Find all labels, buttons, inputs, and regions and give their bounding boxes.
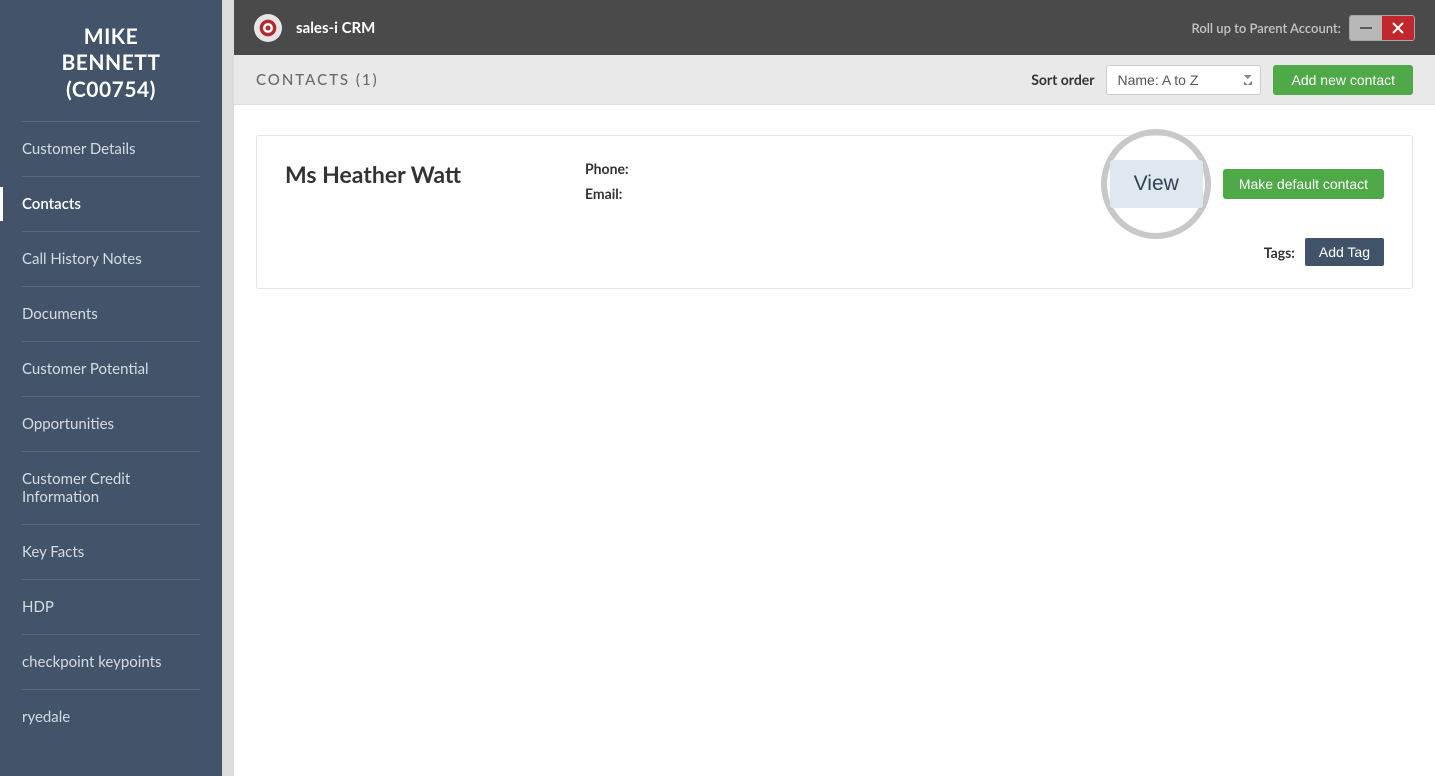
- contact-row: Ms Heather Watt Phone: Email: View: [285, 160, 1384, 210]
- customer-title-line1: MIKE: [10, 24, 212, 50]
- add-contact-button[interactable]: Add new contact: [1273, 65, 1413, 95]
- sidebar-resize-handle[interactable]: [222, 0, 234, 776]
- page-title: CONTACTS (1): [256, 71, 379, 89]
- sidebar-item-documents[interactable]: Documents: [22, 287, 200, 342]
- app-logo-icon: [254, 14, 282, 42]
- app-name: sales-i CRM: [296, 19, 375, 37]
- phone-label: Phone:: [585, 160, 629, 177]
- phone-field: Phone:: [585, 160, 935, 177]
- sidebar-item-customer-details[interactable]: Customer Details: [22, 122, 200, 177]
- parent-toggle-off[interactable]: [1350, 16, 1382, 40]
- sidebar-item-hdp[interactable]: HDP: [22, 580, 200, 635]
- sidebar-item-credit-info[interactable]: Customer Credit Information: [22, 452, 200, 525]
- topbar: sales-i CRM Roll up to Parent Account:: [234, 0, 1435, 55]
- parent-account-toggle: [1349, 15, 1415, 41]
- sidebar-nav: Customer Details Contacts Call History N…: [0, 121, 222, 744]
- sidebar-item-ryedale[interactable]: ryedale: [22, 690, 200, 744]
- contact-actions: View Make default contact: [1110, 160, 1384, 208]
- sidebar-item-call-history[interactable]: Call History Notes: [22, 232, 200, 287]
- contact-name: Ms Heather Watt: [285, 160, 585, 188]
- parent-account-label: Roll up to Parent Account:: [1192, 20, 1342, 36]
- sidebar: MIKE BENNETT (C00754) Customer Details C…: [0, 0, 222, 776]
- minus-icon: [1360, 27, 1372, 29]
- topbar-left: sales-i CRM: [254, 14, 375, 42]
- contact-card: Ms Heather Watt Phone: Email: View: [256, 135, 1413, 289]
- sidebar-item-key-facts[interactable]: Key Facts: [22, 525, 200, 580]
- customer-title: MIKE BENNETT (C00754): [0, 0, 222, 121]
- tags-row: Tags: Add Tag: [285, 238, 1384, 266]
- contact-fields: Phone: Email:: [585, 160, 935, 210]
- content: Ms Heather Watt Phone: Email: View: [234, 105, 1435, 776]
- view-button[interactable]: View: [1110, 160, 1203, 208]
- sidebar-item-customer-potential[interactable]: Customer Potential: [22, 342, 200, 397]
- view-highlight: View: [1110, 160, 1203, 208]
- topbar-right: Roll up to Parent Account:: [1192, 15, 1416, 41]
- main: sales-i CRM Roll up to Parent Account: C…: [234, 0, 1435, 776]
- sort-select[interactable]: Name: A to Z: [1106, 65, 1261, 95]
- sidebar-item-contacts[interactable]: Contacts: [22, 177, 200, 232]
- tags-label: Tags:: [1264, 244, 1295, 261]
- customer-title-line2: BENNETT: [10, 50, 212, 76]
- parent-toggle-close[interactable]: [1382, 16, 1414, 40]
- make-default-button[interactable]: Make default contact: [1223, 169, 1384, 199]
- customer-title-line3: (C00754): [10, 77, 212, 103]
- sidebar-item-checkpoint[interactable]: checkpoint keypoints: [22, 635, 200, 690]
- add-tag-button[interactable]: Add Tag: [1305, 238, 1384, 266]
- email-field: Email:: [585, 185, 935, 202]
- sidebar-item-opportunities[interactable]: Opportunities: [22, 397, 200, 452]
- subbar: CONTACTS (1) Sort order Name: A to Z Add…: [234, 55, 1435, 105]
- sort-label: Sort order: [1031, 71, 1094, 88]
- close-icon: [1392, 22, 1404, 34]
- subbar-right: Sort order Name: A to Z Add new contact: [1031, 65, 1413, 95]
- email-label: Email:: [585, 185, 622, 202]
